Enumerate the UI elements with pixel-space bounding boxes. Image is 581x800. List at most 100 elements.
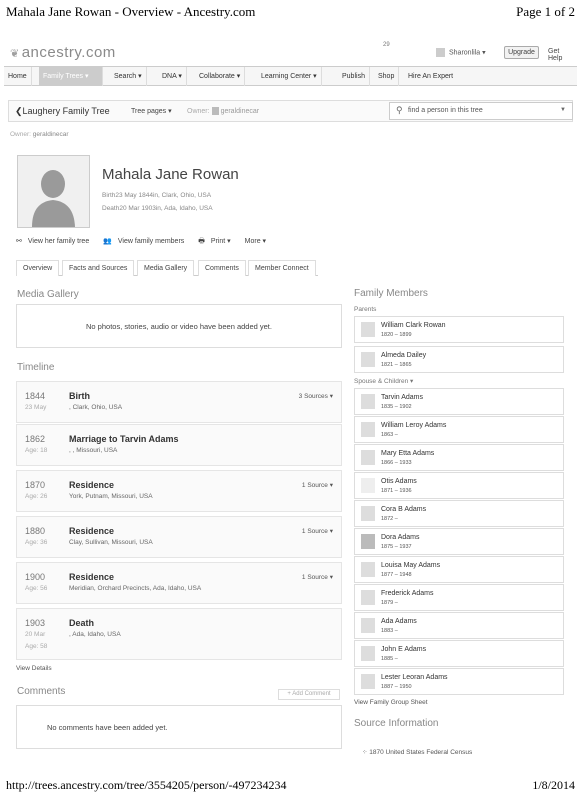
source-link[interactable]: ⁘ 1870 United States Federal Census [362, 748, 472, 756]
view-family-group-sheet-link[interactable]: View Family Group Sheet [354, 699, 428, 706]
sources-dropdown[interactable]: 1 Source ▾ [302, 481, 333, 489]
family-member-card[interactable]: Frederick Adams 1879 – [354, 584, 564, 611]
nav-search[interactable]: Search ▾ [110, 67, 147, 86]
owner-avatar-icon [211, 107, 219, 115]
main-nav: Home Family Trees ▾ Search ▾ DNA ▾ Colla… [4, 66, 577, 86]
tab-facts-sources[interactable]: Facts and Sources [62, 260, 135, 276]
family-member-card[interactable]: Mary Etta Adams 1866 – 1933 [354, 444, 564, 471]
view-details-link[interactable]: View Details [16, 665, 52, 672]
notification-badge[interactable]: 29 [383, 42, 390, 48]
person-avatar-icon [361, 674, 375, 689]
tab-comments[interactable]: Comments [198, 260, 246, 276]
help-link[interactable]: Get Help [548, 48, 573, 62]
ancestry-logo[interactable]: ❦ ancestry.com [10, 44, 116, 61]
printer-icon: 🖶 [198, 238, 205, 245]
nav-collaborate[interactable]: Collaborate ▾ [195, 67, 246, 86]
family-member-card[interactable]: Lester Leoran Adams 1887 – 1950 [354, 668, 564, 695]
family-member-card[interactable]: Otis Adams 1871 – 1936 [354, 472, 564, 499]
print-header: Mahala Jane Rowan - Overview - Ancestry.… [6, 4, 575, 22]
print-date: 1/8/2014 [532, 778, 575, 792]
timeline-event[interactable]: 1844 23 May Birth, Clark, Ohio, USA 3 Sou… [16, 381, 342, 423]
person-avatar-icon [361, 394, 375, 409]
timeline-event[interactable]: 1900 Age: 56 Residence Meridian, Orchard P… [16, 562, 342, 604]
print-title: Mahala Jane Rowan - Overview - Ancestry.… [6, 4, 256, 19]
media-gallery-empty: No photos, stories, audio or video have … [16, 304, 342, 348]
person-avatar-icon [361, 422, 375, 437]
family-member-card[interactable]: Ada Adams 1883 – [354, 612, 564, 639]
person-avatar-icon [361, 618, 375, 633]
print-footer: http://trees.ancestry.com/tree/3554205/p… [6, 778, 575, 794]
parents-label: Parents [354, 306, 377, 313]
timeline-event[interactable]: 1903 20 Mar Age: 58 Death, Ada, Idaho, US… [16, 608, 342, 660]
person-avatar-icon [361, 562, 375, 577]
person-actions: ⚯ View her family tree 👥 View family membe… [16, 237, 272, 248]
view-family-members-link[interactable]: 👥 View family members [103, 238, 190, 245]
sources-dropdown[interactable]: 1 Source ▾ [302, 573, 333, 581]
spouse-children-label[interactable]: Spouse & Children ▾ [354, 377, 413, 385]
sources-dropdown[interactable]: 3 Sources ▾ [299, 392, 333, 400]
page-number: Page 1 of 2 [516, 4, 575, 19]
person-avatar-icon [361, 534, 375, 549]
back-to-tree-link[interactable]: ❮Laughery Family Tree [15, 106, 110, 117]
print-url: http://trees.ancestry.com/tree/3554205/p… [6, 778, 287, 792]
nav-publish[interactable]: Publish [338, 67, 370, 86]
nav-home[interactable]: Home [4, 67, 32, 86]
source-icon: ⁘ [362, 749, 368, 756]
nav-learning-center[interactable]: Learning Center ▾ [257, 67, 322, 86]
sources-dropdown[interactable]: 1 Source ▾ [302, 527, 333, 535]
upgrade-button[interactable]: Upgrade [504, 46, 539, 59]
family-members-title: Family Members [354, 288, 428, 299]
media-gallery-title: Media Gallery [17, 289, 79, 300]
family-member-card[interactable]: Tarvin Adams 1835 – 1902 [354, 388, 564, 415]
person-avatar-icon [361, 590, 375, 605]
timeline-event[interactable]: 1870 Age: 26 Residence York, Putnam, Misso… [16, 470, 342, 512]
tab-member-connect[interactable]: Member Connect [248, 260, 316, 276]
person-tabs: Overview Facts and Sources Media Gallery… [16, 260, 318, 276]
print-menu[interactable]: 🖶 Print ▾ [198, 238, 236, 245]
tree-pages-menu[interactable]: Tree pages ▾ [131, 107, 172, 115]
nav-shop[interactable]: Shop [374, 67, 400, 86]
nav-family-trees[interactable]: Family Trees ▾ [39, 67, 103, 86]
tree-bar: ❮Laughery Family Tree Tree pages ▾ Owner… [8, 100, 573, 122]
owner-line: Owner: geraldinecar [10, 131, 69, 138]
family-member-card[interactable]: Louisa May Adams 1877 – 1948 [354, 556, 564, 583]
person-avatar-icon [361, 450, 375, 465]
family-member-card[interactable]: Almeda Dailey 1821 – 1865 [354, 346, 564, 373]
timeline-event[interactable]: 1880 Age: 36 Residence Clay, Sullivan, Mis… [16, 516, 342, 558]
tab-media-gallery[interactable]: Media Gallery [137, 260, 195, 276]
nav-hire-expert[interactable]: Hire An Expert [404, 67, 457, 86]
comments-title: Comments [17, 686, 66, 697]
person-avatar-icon [361, 322, 375, 337]
family-member-card[interactable]: William Clark Rowan 1820 – 1899 [354, 316, 564, 343]
nav-dna[interactable]: DNA ▾ [158, 67, 187, 86]
people-icon: 👥 [103, 238, 112, 245]
person-avatar-icon [361, 646, 375, 661]
view-family-tree-link[interactable]: ⚯ View her family tree [16, 238, 95, 245]
chevron-down-icon[interactable]: ▼ [560, 107, 566, 113]
tab-overview[interactable]: Overview [16, 260, 60, 276]
person-avatar-icon [361, 506, 375, 521]
source-info-title: Source Information [354, 718, 439, 729]
person-name: Mahala Jane Rowan [102, 166, 239, 183]
user-menu[interactable]: Sharonlila ▾ [436, 48, 486, 57]
family-member-card[interactable]: Dora Adams 1875 – 1937 [354, 528, 564, 555]
birth-fact: Birth23 May 1844in, Clark, Ohio, USA [102, 192, 212, 199]
search-icon: ⚲ [396, 105, 403, 115]
add-comment-button[interactable]: + Add Comment [278, 689, 340, 700]
timeline-event[interactable]: 1862 Age: 18 Marriage to Tarvin Adams, , … [16, 424, 342, 466]
tree-icon: ⚯ [16, 238, 22, 245]
site-header: ❦ ancestry.com 29 Sharonlila ▾ Upgrade Ge… [8, 42, 573, 64]
silhouette-icon [18, 156, 89, 227]
family-member-card[interactable]: Cora B Adams 1872 – [354, 500, 564, 527]
more-menu[interactable]: More ▾ [245, 238, 266, 245]
person-facts: Birth23 May 1844in, Clark, Ohio, USA Dea… [102, 189, 213, 215]
person-portrait[interactable] [17, 155, 90, 228]
timeline-title: Timeline [17, 362, 55, 373]
person-avatar-icon [361, 478, 375, 493]
find-person-input[interactable]: ⚲ find a person in this tree ▼ [389, 102, 573, 120]
person-avatar-icon [361, 352, 375, 367]
family-member-card[interactable]: John E Adams 1885 – [354, 640, 564, 667]
family-member-card[interactable]: William Leroy Adams 1863 – [354, 416, 564, 443]
leaf-icon: ❦ [10, 48, 20, 60]
death-fact: Death20 Mar 1903in, Ada, Idaho, USA [102, 205, 213, 212]
